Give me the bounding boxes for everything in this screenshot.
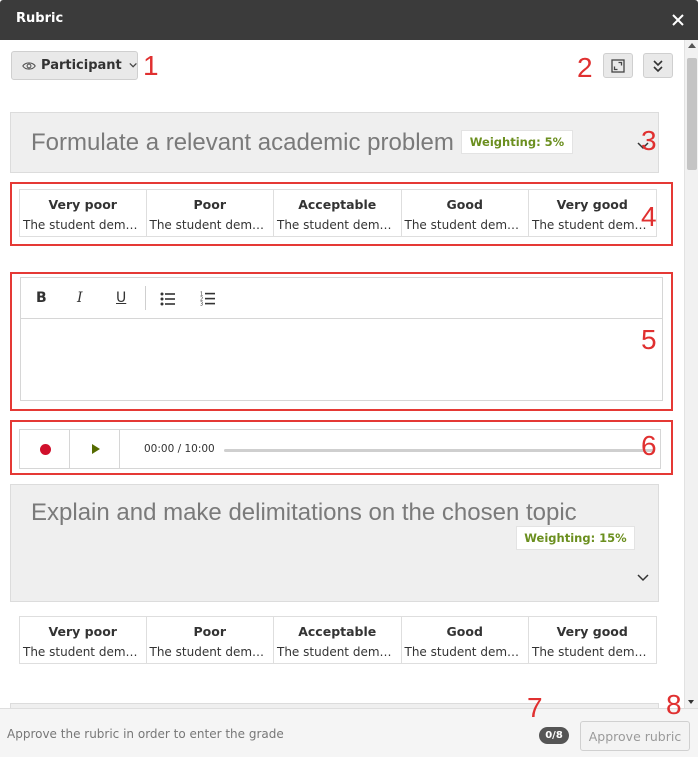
annotation-number-2: 2 bbox=[577, 52, 593, 83]
level-cell[interactable]: Very good The student demonstrates bbox=[529, 616, 657, 664]
annotation-box-4 bbox=[10, 182, 673, 246]
dialog-footer: Approve the rubric in order to enter the… bbox=[0, 708, 698, 757]
rubric-levels: Very poor The student demonstrates Poor … bbox=[19, 616, 657, 664]
collapse-all-button[interactable] bbox=[643, 53, 673, 78]
chevron-down-icon bbox=[129, 63, 137, 68]
annotation-number-6: 6 bbox=[641, 430, 657, 461]
double-chevron-down-icon bbox=[653, 59, 663, 72]
level-name: Very poor bbox=[48, 624, 117, 639]
annotation-number-7: 7 bbox=[527, 692, 543, 723]
criterion-header[interactable]: Explain and make delimitations on the ch… bbox=[10, 484, 659, 602]
level-description: The student demonstrates bbox=[532, 645, 656, 659]
level-description: The student demonstrates bbox=[23, 645, 146, 659]
approve-rubric-button[interactable]: Approve rubric bbox=[580, 721, 690, 751]
approved-count-badge: 0/8 bbox=[539, 727, 569, 744]
close-icon[interactable] bbox=[668, 10, 688, 30]
expand-icon bbox=[611, 58, 625, 73]
weighting-badge: Weighting: 5% bbox=[461, 130, 573, 154]
level-description: The student demonstrates bbox=[277, 645, 401, 659]
eye-icon bbox=[22, 61, 36, 70]
dialog-title: Rubric bbox=[16, 11, 64, 26]
level-name: Acceptable bbox=[298, 624, 377, 639]
level-name: Very good bbox=[556, 624, 628, 639]
scroll-up-arrow[interactable] bbox=[688, 43, 696, 48]
level-cell[interactable]: Poor The student demonstrates bbox=[146, 616, 274, 664]
level-cell[interactable]: Good The student demonstrates bbox=[401, 616, 529, 664]
annotation-number-5: 5 bbox=[641, 324, 657, 355]
vertical-scrollbar[interactable] bbox=[684, 40, 698, 708]
level-description: The student demonstrates bbox=[149, 645, 274, 659]
level-cell[interactable]: Acceptable The student demonstrates bbox=[274, 616, 402, 664]
level-name: Good bbox=[446, 624, 483, 639]
dialog-title-bar: Rubric bbox=[0, 0, 698, 40]
grade-instruction-text: Approve the rubric in order to enter the… bbox=[7, 727, 284, 741]
criterion-title: Formulate a relevant academic problem bbox=[31, 129, 454, 156]
view-as-participant-dropdown[interactable]: Participant bbox=[11, 51, 138, 80]
annotation-box-5 bbox=[10, 272, 673, 411]
chevron-down-icon[interactable] bbox=[637, 574, 649, 582]
annotation-number-3: 3 bbox=[641, 125, 657, 156]
level-description: The student demonstrates bbox=[404, 645, 529, 659]
criterion-title: Explain and make delimitations on the ch… bbox=[31, 499, 577, 526]
view-selector-label: Participant bbox=[41, 58, 122, 73]
level-name: Poor bbox=[193, 624, 226, 639]
level-cell[interactable]: Very poor The student demonstrates bbox=[19, 616, 147, 664]
annotation-box-6 bbox=[10, 420, 673, 475]
annotation-number-4: 4 bbox=[641, 201, 657, 232]
annotation-number-8: 8 bbox=[666, 689, 682, 720]
weighting-badge: Weighting: 15% bbox=[516, 526, 635, 550]
scrollbar-thumb[interactable] bbox=[687, 58, 697, 170]
scroll-down-arrow[interactable] bbox=[688, 700, 694, 704]
annotation-number-1: 1 bbox=[143, 50, 159, 81]
expand-button[interactable] bbox=[603, 53, 633, 78]
criterion-header[interactable]: Formulate a relevant academic problem We… bbox=[10, 112, 659, 173]
